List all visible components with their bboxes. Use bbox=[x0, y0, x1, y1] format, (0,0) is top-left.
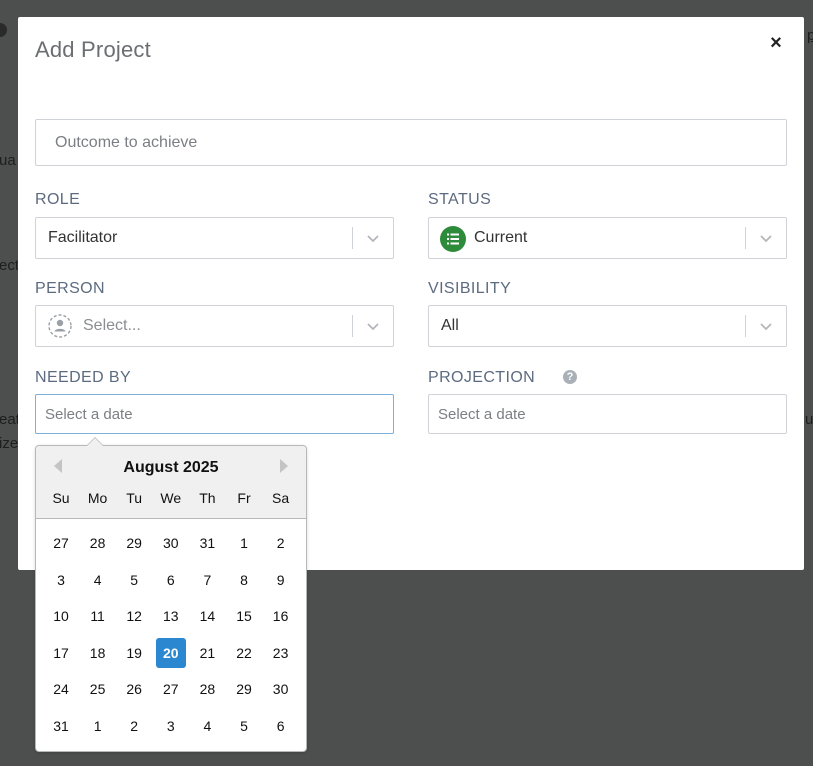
select-separator bbox=[352, 227, 353, 249]
calendar-day[interactable]: 30 bbox=[156, 528, 186, 558]
datepicker-header: August 2025 Su Mo Tu We Th Fr Sa bbox=[36, 446, 306, 519]
visibility-label: VISIBILITY bbox=[428, 280, 512, 297]
projection-date-input[interactable] bbox=[428, 394, 787, 434]
calendar-day[interactable]: 27 bbox=[46, 528, 76, 558]
calendar-day[interactable]: 10 bbox=[46, 601, 76, 631]
needed-by-date-input[interactable] bbox=[35, 394, 394, 434]
calendar-day[interactable]: 21 bbox=[192, 638, 222, 668]
weekday-header: Su bbox=[52, 490, 70, 506]
calendar-day[interactable]: 22 bbox=[229, 638, 259, 668]
background-text: u bbox=[805, 411, 813, 428]
help-icon[interactable]: ? bbox=[563, 370, 577, 384]
calendar-day[interactable]: 4 bbox=[192, 711, 222, 741]
calendar-day[interactable]: 4 bbox=[83, 565, 113, 595]
calendar-day[interactable]: 3 bbox=[46, 565, 76, 595]
close-button[interactable]: × bbox=[766, 33, 786, 53]
background-avatar bbox=[0, 23, 7, 37]
background-text: ua bbox=[0, 152, 16, 169]
calendar-day[interactable]: 28 bbox=[192, 674, 222, 704]
weekday-header: Mo bbox=[87, 490, 108, 506]
calendar-day[interactable]: 5 bbox=[229, 711, 259, 741]
calendar-day[interactable]: 19 bbox=[119, 638, 149, 668]
weekday-header: Fr bbox=[237, 490, 251, 506]
calendar-day[interactable]: 8 bbox=[229, 565, 259, 595]
person-label: PERSON bbox=[35, 280, 105, 297]
status-value: Current bbox=[474, 229, 528, 246]
person-select[interactable]: Select... bbox=[35, 305, 394, 347]
background-text: ize bbox=[0, 435, 19, 452]
calendar-day[interactable]: 2 bbox=[119, 711, 149, 741]
calendar-day-selected[interactable]: 20 bbox=[155, 637, 186, 668]
select-separator bbox=[745, 227, 746, 249]
calendar-day[interactable]: 23 bbox=[266, 638, 296, 668]
chevron-right-icon[interactable] bbox=[279, 458, 289, 474]
background-text: eat bbox=[0, 411, 20, 428]
visibility-select[interactable]: All bbox=[428, 305, 787, 347]
person-placeholder: Select... bbox=[83, 317, 141, 334]
chevron-down-icon[interactable] bbox=[364, 318, 382, 334]
calendar-day[interactable]: 26 bbox=[119, 674, 149, 704]
datepicker: August 2025 Su Mo Tu We Th Fr Sa 27 28 29 30 31 1 2 3… bbox=[35, 437, 307, 752]
calendar-day[interactable]: 1 bbox=[83, 711, 113, 741]
chevron-down-icon[interactable] bbox=[364, 230, 382, 246]
weekday-header: We bbox=[160, 490, 182, 506]
datepicker-month-label: August 2025 bbox=[123, 459, 219, 476]
calendar-day[interactable]: 12 bbox=[119, 601, 149, 631]
calendar-day[interactable]: 25 bbox=[83, 674, 113, 704]
calendar-day[interactable]: 6 bbox=[156, 565, 186, 595]
calendar-day[interactable]: 29 bbox=[119, 528, 149, 558]
outcome-input[interactable] bbox=[35, 119, 787, 166]
calendar-day[interactable]: 9 bbox=[266, 565, 296, 595]
weekday-header: Sa bbox=[272, 490, 290, 506]
calendar-day[interactable]: 5 bbox=[119, 565, 149, 595]
calendar-day[interactable]: 16 bbox=[266, 601, 296, 631]
datepicker-pointer bbox=[87, 438, 103, 446]
calendar-day[interactable]: 7 bbox=[192, 565, 222, 595]
calendar-day[interactable]: 29 bbox=[229, 674, 259, 704]
calendar-day[interactable]: 18 bbox=[83, 638, 113, 668]
list-icon bbox=[440, 226, 466, 252]
role-value: Facilitator bbox=[48, 229, 118, 246]
status-select[interactable]: Current bbox=[428, 217, 787, 259]
role-select[interactable]: Facilitator bbox=[35, 217, 394, 259]
calendar-day[interactable]: 17 bbox=[46, 638, 76, 668]
calendar-day[interactable]: 1 bbox=[229, 528, 259, 558]
calendar-day[interactable]: 6 bbox=[266, 711, 296, 741]
calendar-day[interactable]: 24 bbox=[46, 674, 76, 704]
chevron-down-icon[interactable] bbox=[757, 318, 775, 334]
background-text: p bbox=[807, 27, 813, 44]
select-separator bbox=[352, 315, 353, 337]
calendar-day[interactable]: 2 bbox=[266, 528, 296, 558]
calendar-day[interactable]: 28 bbox=[83, 528, 113, 558]
projection-label: PROJECTION bbox=[428, 369, 536, 386]
weekday-header: Tu bbox=[126, 490, 143, 506]
calendar-day[interactable]: 15 bbox=[229, 601, 259, 631]
background-text: ect bbox=[0, 257, 20, 274]
calendar-day[interactable]: 11 bbox=[83, 601, 113, 631]
role-label: ROLE bbox=[35, 191, 81, 208]
calendar-day[interactable]: 3 bbox=[156, 711, 186, 741]
calendar-day[interactable]: 27 bbox=[156, 674, 186, 704]
calendar-day[interactable]: 31 bbox=[46, 711, 76, 741]
chevron-down-icon[interactable] bbox=[757, 230, 775, 246]
person-placeholder-icon bbox=[48, 314, 72, 338]
visibility-value: All bbox=[441, 317, 459, 334]
calendar-day[interactable]: 30 bbox=[266, 674, 296, 704]
calendar-day[interactable]: 13 bbox=[156, 601, 186, 631]
select-separator bbox=[745, 315, 746, 337]
needed-by-label: NEEDED BY bbox=[35, 369, 132, 386]
status-label: STATUS bbox=[428, 191, 492, 208]
modal-title: Add Project bbox=[35, 37, 151, 62]
weekday-header: Th bbox=[199, 490, 216, 506]
calendar-day[interactable]: 14 bbox=[192, 601, 222, 631]
calendar-day[interactable]: 31 bbox=[192, 528, 222, 558]
